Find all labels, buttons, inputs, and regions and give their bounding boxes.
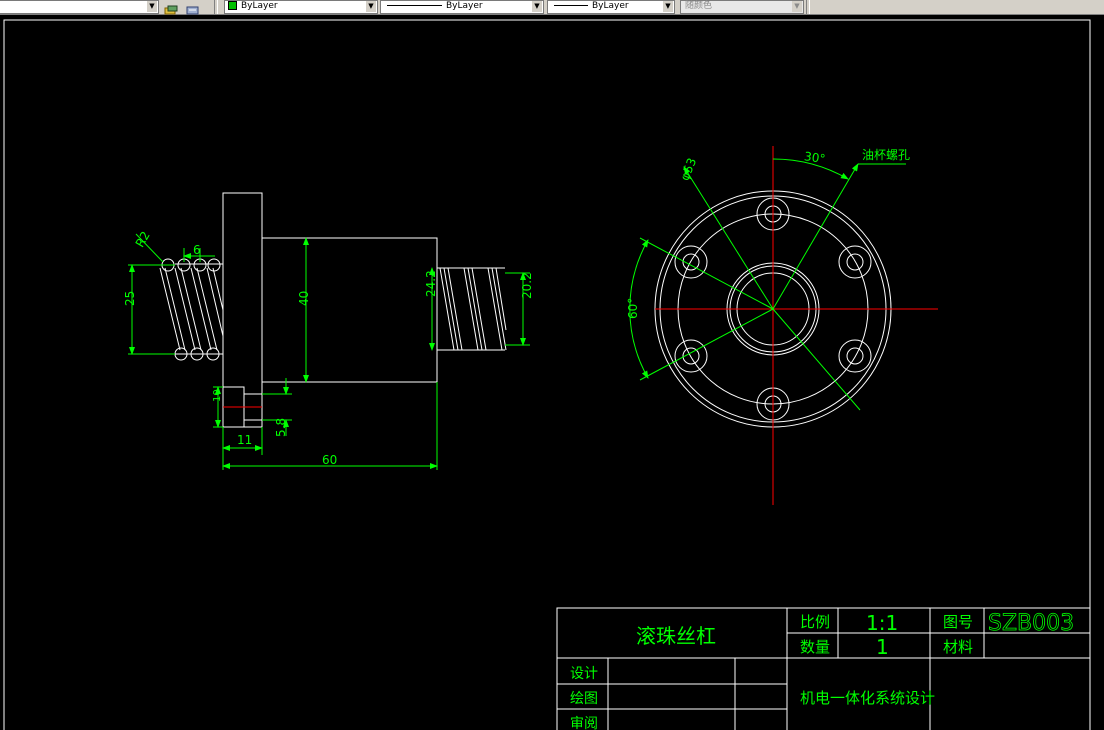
dim-total-length: 60 <box>322 453 337 467</box>
title-drawing-no: SZB003 <box>988 611 1074 636</box>
dim-root-thread: 20.2 <box>520 272 534 299</box>
dim-angle-30: 30° <box>803 149 826 166</box>
dim-boss-height: 10 <box>212 389 223 402</box>
title-project: 机电一体化系统设计 <box>800 689 935 707</box>
title-design-label: 设计 <box>570 666 598 682</box>
title-scale-label: 比例 <box>800 613 830 631</box>
title-qty-label: 数量 <box>800 638 830 656</box>
dim-hole-diameter: 5.8 <box>274 418 288 437</box>
end-view-centerlines <box>655 146 938 505</box>
title-material-label: 材料 <box>943 638 973 656</box>
title-scale-value: 1:1 <box>866 611 898 635</box>
dim-thread-diameter: 25 <box>123 291 137 306</box>
dim-bolt-circle-diameter: φ53 <box>678 156 700 183</box>
oil-hole-note: 油杯螺孔 <box>862 148 910 162</box>
dim-nut-diameter: 40 <box>297 291 311 306</box>
thread-helix <box>443 267 507 351</box>
drawing-border <box>3 19 1091 730</box>
dim-pitch: 6 <box>193 243 201 257</box>
title-review-label: 审阅 <box>570 716 598 730</box>
dim-radius: R2 <box>133 229 153 250</box>
dim-angle-60: 60° <box>626 298 640 319</box>
drawing-canvas[interactable]: R2 6 25 40 24.2 20.2 10 5.8 11 60 φ53 30… <box>0 0 1104 730</box>
dim-outer-thread: 24.2 <box>424 270 438 297</box>
nut-body-outline <box>262 237 438 383</box>
title-part-name: 滚珠丝杠 <box>636 624 716 648</box>
title-qty-value: 1 <box>876 635 889 659</box>
title-drawing-no-label: 图号 <box>943 613 973 631</box>
flange-outline <box>222 192 263 428</box>
thread-helix <box>439 267 507 351</box>
title-draw-label: 绘图 <box>570 691 598 707</box>
dim-flange-width: 11 <box>237 433 252 447</box>
